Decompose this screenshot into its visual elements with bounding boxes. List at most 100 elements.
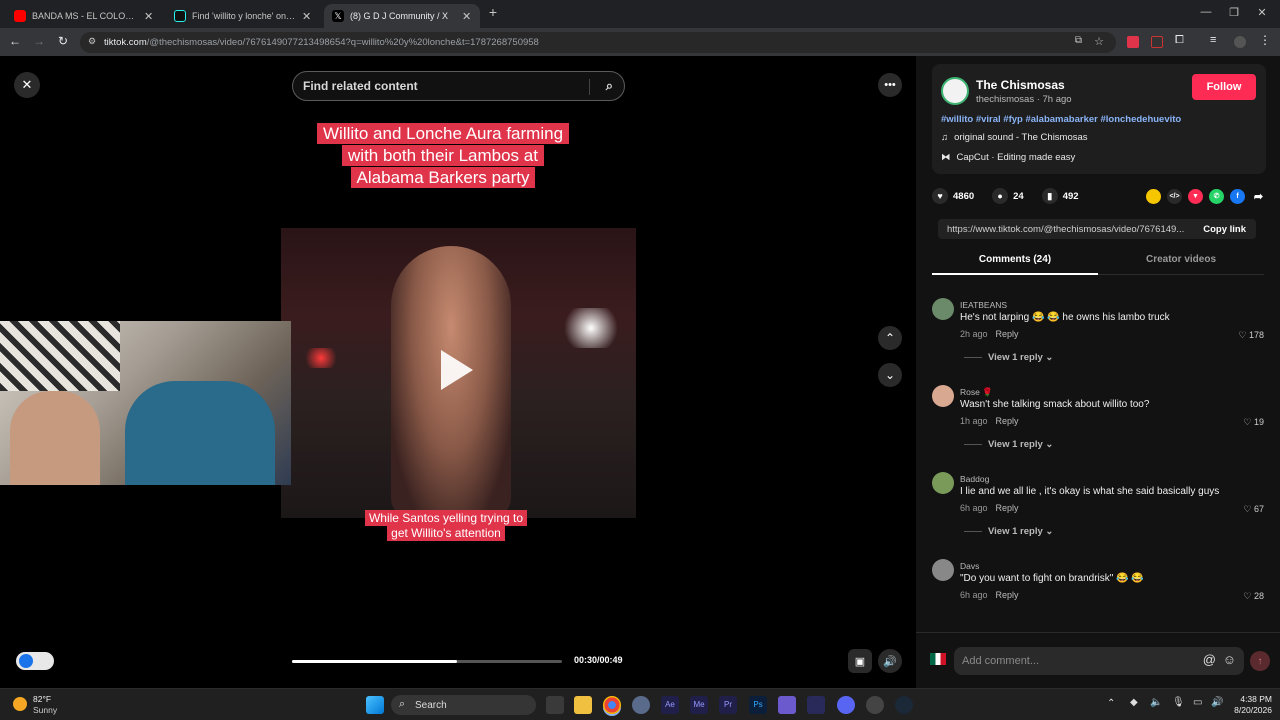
taskbar-search[interactable]: ⌕ Search <box>391 695 536 715</box>
close-tab-icon[interactable]: ✕ <box>144 10 154 23</box>
send-icon[interactable]: ▼ <box>1188 188 1203 204</box>
steam-icon[interactable] <box>895 696 913 714</box>
restore-icon[interactable]: ❐ <box>1224 6 1244 19</box>
discord-icon[interactable] <box>837 696 855 714</box>
share-link-field[interactable]: https://www.tiktok.com/@thechismosas/vid… <box>938 219 1256 239</box>
weather-temp[interactable]: 82°F <box>33 694 51 704</box>
comment-user[interactable]: IEATBEANS <box>960 300 1007 310</box>
commenter-avatar[interactable] <box>932 385 954 407</box>
task-view-icon[interactable] <box>546 696 564 714</box>
tray-network-icon[interactable]: ◆ <box>1130 697 1138 708</box>
play-icon[interactable] <box>441 350 473 390</box>
windows-start-icon[interactable] <box>366 696 384 714</box>
picture-in-picture-icon[interactable]: ▣ <box>848 649 872 673</box>
clock-date[interactable]: 8/20/2026 <box>1222 705 1272 715</box>
creator-name[interactable]: The Chismosas <box>976 78 1065 92</box>
mention-icon[interactable]: @ <box>1203 652 1216 667</box>
video-progress-bar[interactable] <box>292 660 562 663</box>
share-friends-icon[interactable] <box>1146 188 1161 204</box>
sound-line[interactable]: ♫ original sound - The Chismosas <box>941 132 1088 143</box>
comment-user[interactable]: Baddog <box>960 474 989 484</box>
photoshop-icon[interactable]: Ps <box>749 696 767 714</box>
browser-tab-youtube[interactable]: BANDA MS - EL COLOR DE TUS ✕ <box>6 4 162 28</box>
related-search-input[interactable]: Find related content ⌕ <box>292 71 625 101</box>
site-info-icon[interactable]: ⚙ <box>88 36 96 47</box>
copy-link-button[interactable]: Copy link <box>1203 224 1246 235</box>
like-action[interactable]: ♥ 4860 <box>932 188 974 204</box>
autoscroll-toggle[interactable] <box>16 652 54 670</box>
post-comment-icon[interactable]: ↑ <box>1250 651 1270 671</box>
close-tab-icon[interactable]: ✕ <box>302 10 312 23</box>
comment-input[interactable]: Add comment... @ ☺ <box>954 647 1244 675</box>
file-explorer-icon[interactable] <box>574 696 592 714</box>
capcut-line[interactable]: ⧓ CapCut · Editing made easy <box>941 152 1075 163</box>
profile-avatar-icon[interactable] <box>1234 36 1246 48</box>
comment-user[interactable]: Davs <box>960 561 979 571</box>
view-replies-button[interactable]: View 1 reply ⌄ <box>964 352 1053 363</box>
weather-sun-icon[interactable] <box>13 697 27 711</box>
minimize-icon[interactable]: — <box>1196 6 1216 18</box>
back-icon[interactable]: ← <box>7 34 23 48</box>
comment-likes[interactable]: ♡ 178 <box>1238 330 1264 341</box>
extensions-puzzle-icon[interactable]: ⧠ <box>1175 34 1187 46</box>
comment-likes[interactable]: ♡ 67 <box>1243 504 1264 515</box>
comment-action[interactable]: ● 24 <box>992 188 1024 204</box>
obs-icon[interactable] <box>632 696 650 714</box>
tab-creator-videos[interactable]: Creator videos <box>1098 254 1264 265</box>
browser-tab-x[interactable]: 𝕏 (8) G D J Community / X ✕ <box>324 4 480 28</box>
install-app-icon[interactable]: ⧉ <box>1075 35 1082 46</box>
after-effects-icon[interactable]: Ae <box>661 696 679 714</box>
bookmark-star-icon[interactable]: ☆ <box>1094 35 1104 48</box>
share-arrow-icon[interactable]: ➦ <box>1251 189 1266 204</box>
reload-icon[interactable]: ↻ <box>55 34 71 48</box>
search-icon[interactable]: ⌕ <box>606 78 613 94</box>
creator-avatar[interactable] <box>941 77 969 105</box>
follow-button[interactable]: Follow <box>1192 74 1256 100</box>
previous-video-icon[interactable]: ⌃ <box>878 326 902 350</box>
commenter-avatar[interactable] <box>932 298 954 320</box>
save-action[interactable]: ▮ 492 <box>1041 188 1079 204</box>
next-video-icon[interactable]: ⌄ <box>878 363 902 387</box>
comment-likes[interactable]: ♡ 19 <box>1243 417 1264 428</box>
view-replies-button[interactable]: View 1 reply ⌄ <box>964 439 1053 450</box>
video-player[interactable]: Find related content ⌕ Willito and Lonch… <box>281 56 636 688</box>
emoji-icon[interactable]: ☺ <box>1223 652 1236 667</box>
reply-button[interactable]: Reply <box>996 590 1019 600</box>
extension-abp-icon[interactable] <box>1127 36 1139 48</box>
media-controls-icon[interactable]: ≡ <box>1210 34 1222 46</box>
media-encoder-icon[interactable]: Me <box>690 696 708 714</box>
premiere-icon[interactable]: Pr <box>719 696 737 714</box>
hashtags[interactable]: #willito #viral #fyp #alabamabarker #lon… <box>941 114 1181 125</box>
show-hidden-icons[interactable]: ⌃ <box>1107 698 1115 709</box>
reply-button[interactable]: Reply <box>996 416 1019 426</box>
facebook-icon[interactable]: f <box>1230 188 1245 204</box>
app-icon-settings[interactable] <box>866 696 884 714</box>
forward-icon[interactable]: → <box>31 34 47 48</box>
address-bar[interactable]: ⚙ tiktok.com/@thechismosas/video/7676149… <box>80 32 1116 53</box>
chrome-icon[interactable] <box>603 696 621 714</box>
whatsapp-icon[interactable]: ✆ <box>1209 188 1224 204</box>
comment-likes[interactable]: ♡ 28 <box>1243 591 1264 602</box>
tab-comments[interactable]: Comments (24) <box>932 254 1098 275</box>
tray-display-icon[interactable]: ▭ <box>1193 697 1202 708</box>
commenter-avatar[interactable] <box>932 472 954 494</box>
app-icon[interactable] <box>778 696 796 714</box>
close-tab-icon[interactable]: ✕ <box>462 10 472 23</box>
embed-icon[interactable]: </> <box>1167 188 1182 204</box>
extension-icon[interactable] <box>1151 36 1163 48</box>
browser-tab-tiktok[interactable]: Find 'willito y lonche' on Tik ✕ <box>166 4 320 28</box>
close-window-icon[interactable]: ✕ <box>1252 6 1272 19</box>
more-options-icon[interactable]: ••• <box>878 73 902 97</box>
tray-mic-icon[interactable]: 🎙 <box>1172 697 1185 708</box>
reply-button[interactable]: Reply <box>996 503 1019 513</box>
tray-volume-icon[interactable]: 🔈 <box>1150 697 1162 708</box>
new-tab-icon[interactable]: + <box>483 4 503 20</box>
close-video-icon[interactable]: ✕ <box>14 72 40 98</box>
menu-kebab-icon[interactable]: ⋮ <box>1259 33 1271 47</box>
reply-button[interactable]: Reply <box>996 329 1019 339</box>
comment-user[interactable]: Rose 🌹 <box>960 387 993 398</box>
clock-time[interactable]: 4:38 PM <box>1228 694 1272 704</box>
commenter-avatar[interactable] <box>932 559 954 581</box>
app-icon-t[interactable] <box>807 696 825 714</box>
volume-icon[interactable]: 🔊 <box>878 649 902 673</box>
